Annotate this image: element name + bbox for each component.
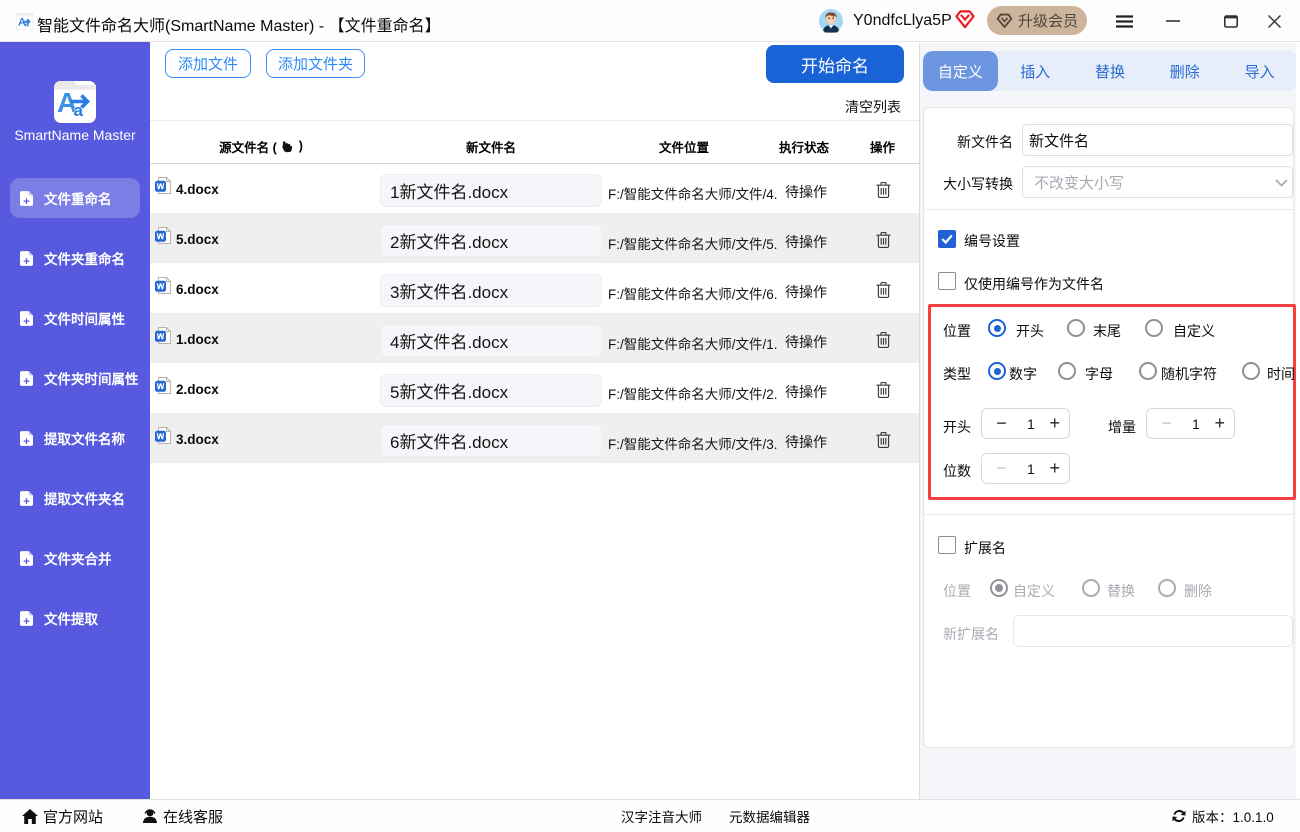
svg-text:a: a	[74, 101, 84, 120]
